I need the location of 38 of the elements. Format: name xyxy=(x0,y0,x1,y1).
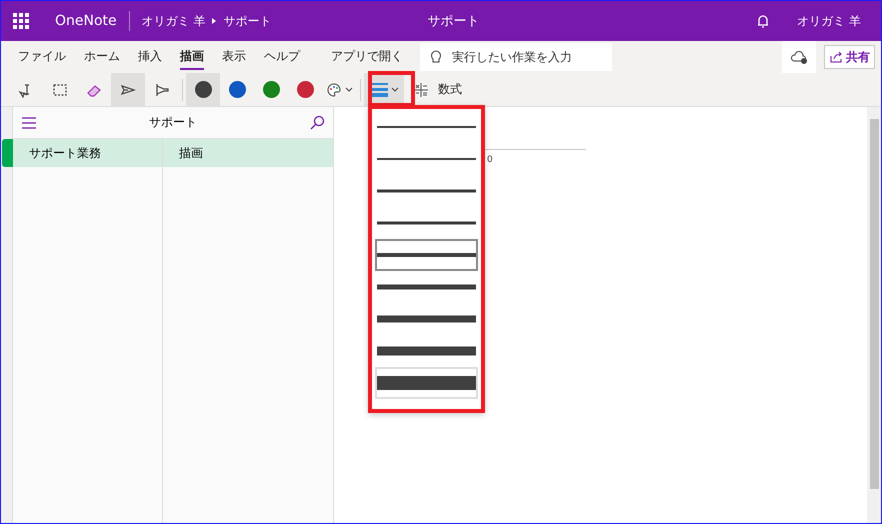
page-text: 0 xyxy=(487,155,493,165)
equation-icon xyxy=(414,82,428,96)
highlighter-icon xyxy=(154,82,170,98)
palette-icon xyxy=(326,82,342,98)
line-sample-icon xyxy=(377,344,476,358)
breadcrumb-section[interactable]: サポート xyxy=(223,12,272,30)
ribbon-tab[interactable]: アプリで開く xyxy=(331,44,403,70)
app-launcher-icon[interactable] xyxy=(13,13,29,29)
caret-icon xyxy=(345,86,353,92)
share-button[interactable]: 共有 xyxy=(824,45,875,69)
line-thickness-icon xyxy=(370,82,388,98)
ribbon-tab[interactable]: ファイル xyxy=(18,44,66,70)
ribbon-tab[interactable]: 描画 xyxy=(180,44,204,70)
selection-icon xyxy=(52,82,68,98)
pen-color-button[interactable] xyxy=(186,73,220,106)
caret-icon xyxy=(390,86,398,92)
ribbon-tab[interactable]: 挿入 xyxy=(138,44,162,70)
drawing-tool[interactable] xyxy=(111,73,145,106)
search-icon[interactable] xyxy=(309,114,325,130)
user-name[interactable]: オリガミ 羊 xyxy=(797,12,861,30)
window-title: サポート xyxy=(427,13,480,30)
page-item[interactable]: 描画 xyxy=(163,139,333,167)
thickness-option[interactable] xyxy=(375,239,478,271)
app-name[interactable]: OneNote xyxy=(55,13,117,29)
line-sample-icon xyxy=(377,376,476,390)
ribbon-tab[interactable]: 表示 xyxy=(222,44,246,70)
share-icon xyxy=(829,50,843,64)
equation-button[interactable]: 数式 xyxy=(410,73,466,106)
notebook-title: サポート xyxy=(149,114,197,131)
cloud-sync-icon[interactable] xyxy=(790,50,808,64)
section-item[interactable]: サポート業務 xyxy=(13,139,162,167)
ribbon-tab[interactable]: ヘルプ xyxy=(264,44,300,70)
search-field[interactable]: 実行したい作業を入力 xyxy=(420,43,612,71)
ribbon-tab[interactable]: ホーム xyxy=(84,44,120,70)
lightbulb-icon xyxy=(430,49,442,65)
breadcrumb-notebook[interactable]: オリガミ 羊 xyxy=(142,12,206,30)
menu-icon[interactable] xyxy=(21,116,37,128)
scrollbar-thumb[interactable] xyxy=(870,119,878,489)
